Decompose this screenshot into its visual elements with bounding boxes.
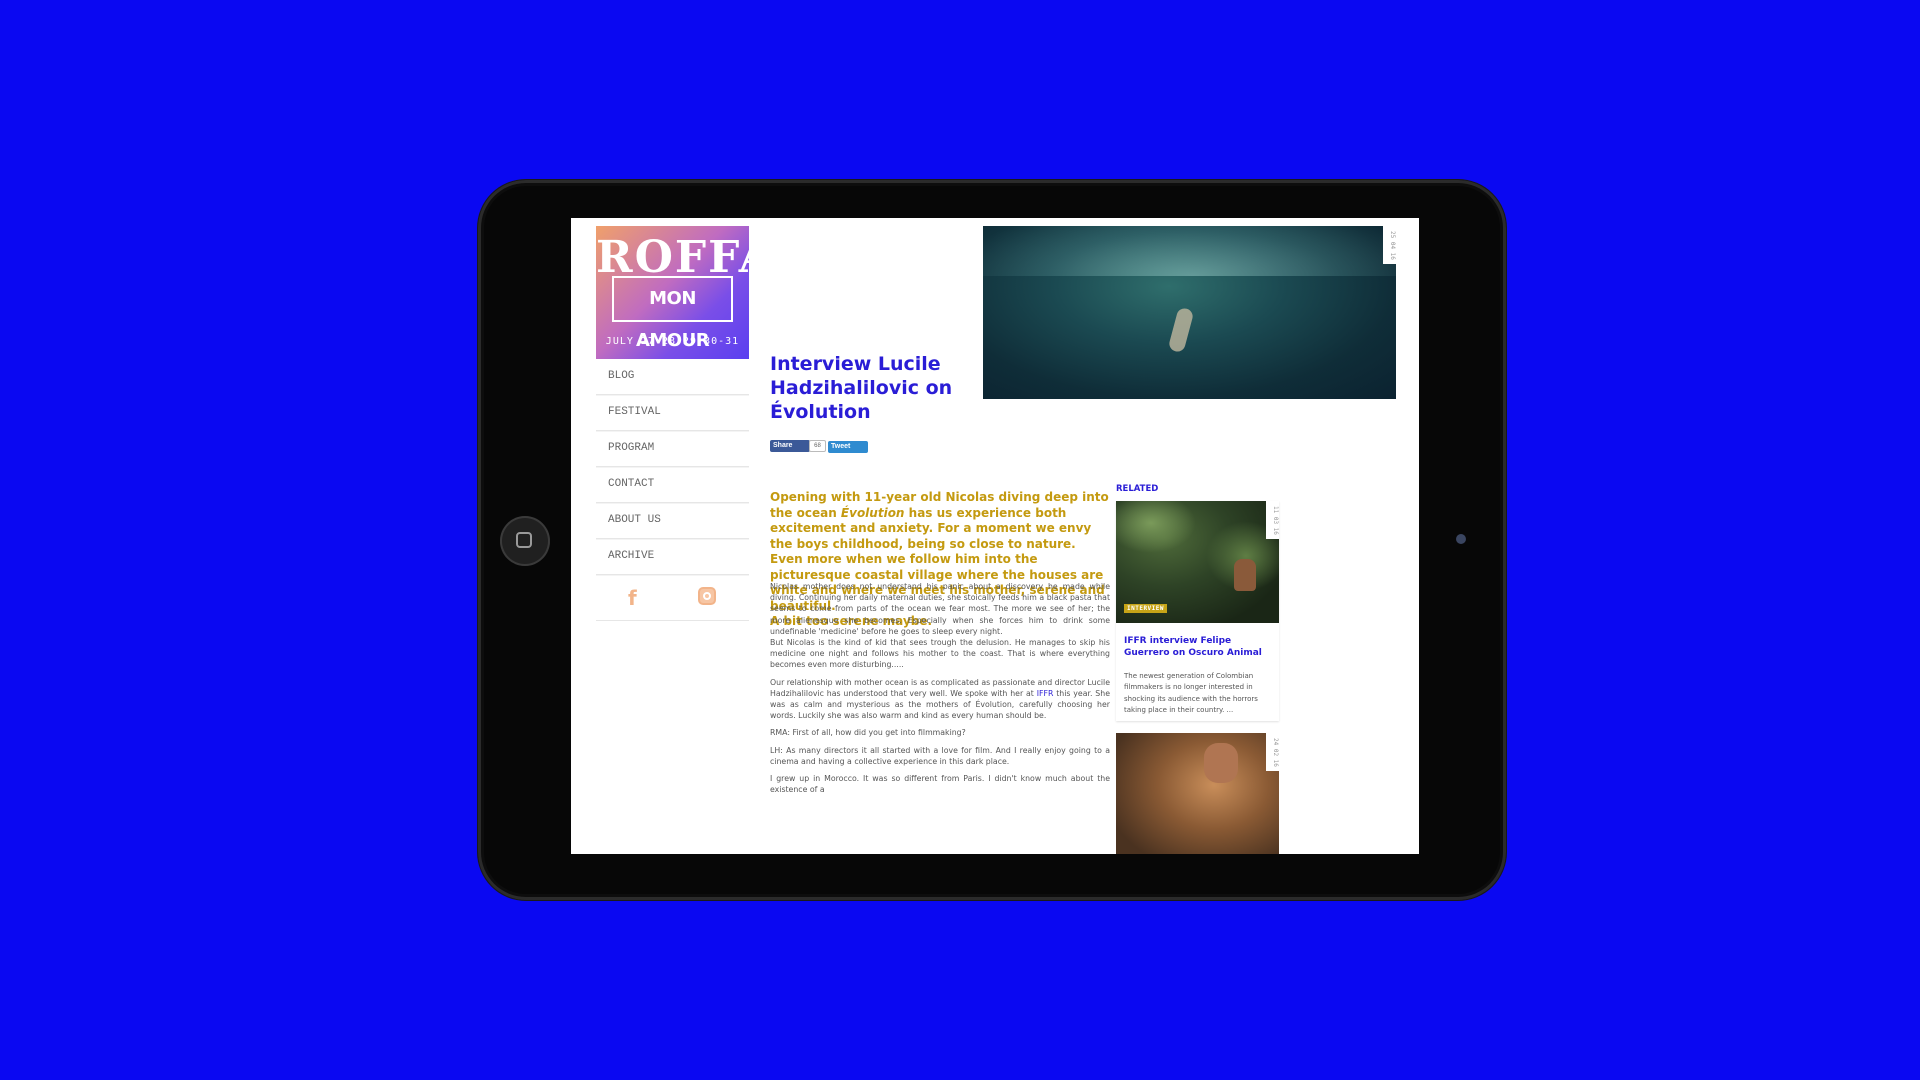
related-card[interactable]: INTERVIEW IFFR interview Felipe Guerrero… bbox=[1116, 501, 1279, 721]
article-title: Interview Lucile Hadzihalilovic on Évolu… bbox=[770, 353, 953, 423]
social-links: f bbox=[596, 574, 749, 621]
home-button[interactable] bbox=[500, 516, 550, 566]
related-card-date-tag: 11 03 16 bbox=[1266, 501, 1279, 539]
instagram-icon[interactable] bbox=[698, 587, 716, 605]
tablet-frame: ROFFA MON AMOUR JULY 27-28-29-30-31 BLOG… bbox=[478, 180, 1506, 900]
home-square-icon bbox=[516, 532, 532, 548]
share-count: 68 bbox=[809, 440, 826, 452]
related-card-title[interactable]: IFFR interview Felipe Guerrero on Oscuro… bbox=[1124, 636, 1274, 659]
sidebar-nav: BLOG FESTIVAL PROGRAM CONTACT ABOUT US A… bbox=[596, 359, 749, 575]
nav-item-contact[interactable]: CONTACT bbox=[596, 467, 749, 503]
hero-image bbox=[983, 226, 1396, 399]
screen: ROFFA MON AMOUR JULY 27-28-29-30-31 BLOG… bbox=[571, 218, 1419, 854]
camera-icon bbox=[1456, 534, 1466, 544]
nav-item-program[interactable]: PROGRAM bbox=[596, 431, 749, 467]
nav-item-archive[interactable]: ARCHIVE bbox=[596, 539, 749, 575]
body-paragraph-6: I grew up in Morocco. It was so differen… bbox=[770, 774, 1110, 795]
facebook-share-label: Share bbox=[773, 442, 793, 449]
article-body: Nicolas mother does not understand his p… bbox=[770, 581, 1110, 801]
nav-item-about-us[interactable]: ABOUT US bbox=[596, 503, 749, 539]
nav-item-blog[interactable]: BLOG bbox=[596, 359, 749, 395]
ocean-surface bbox=[983, 226, 1396, 276]
logo-dates: JULY 27-28-29-30-31 bbox=[605, 336, 740, 347]
nav-item-festival[interactable]: FESTIVAL bbox=[596, 395, 749, 431]
jungle-foliage bbox=[1116, 501, 1196, 553]
facebook-share-button[interactable]: Share bbox=[770, 440, 810, 452]
body-paragraph-2: But Nicolas is the kind of kid that sees… bbox=[770, 638, 1110, 670]
related-card-excerpt: The newest generation of Colombian filmm… bbox=[1124, 672, 1258, 714]
tweet-label: Tweet bbox=[831, 443, 851, 450]
related-label: RELATED bbox=[1116, 484, 1159, 494]
body-paragraph-4: RMA: First of all, how did you get into … bbox=[770, 728, 966, 738]
iffr-link[interactable]: IFFR bbox=[1037, 689, 1054, 698]
site-logo[interactable]: ROFFA MON AMOUR JULY 27-28-29-30-31 bbox=[596, 226, 775, 359]
diver-figure bbox=[1167, 306, 1195, 354]
related-card-2-date-tag: 24 02 16 bbox=[1266, 733, 1279, 771]
related-card-2[interactable] bbox=[1116, 733, 1279, 854]
interview-badge: INTERVIEW bbox=[1124, 604, 1168, 613]
intro-film-title: Évolution bbox=[840, 505, 905, 520]
facebook-icon[interactable]: f bbox=[628, 586, 637, 610]
related-card-image: INTERVIEW bbox=[1116, 501, 1279, 623]
body-paragraph-1: Nicolas mother does not understand his p… bbox=[770, 582, 1110, 636]
person-figure bbox=[1234, 559, 1256, 591]
body-paragraph-3: Our relationship with mother ocean is as… bbox=[770, 677, 1110, 722]
body-paragraph-5: LH: As many directors it all started wit… bbox=[770, 745, 1110, 766]
hero-date-tag: 25 04 16 bbox=[1383, 226, 1396, 264]
logo-title: ROFFA bbox=[596, 232, 775, 283]
person-figure bbox=[1204, 743, 1238, 783]
tweet-button[interactable]: Tweet bbox=[828, 441, 868, 453]
logo-subtitle: MON AMOUR bbox=[612, 276, 733, 351]
